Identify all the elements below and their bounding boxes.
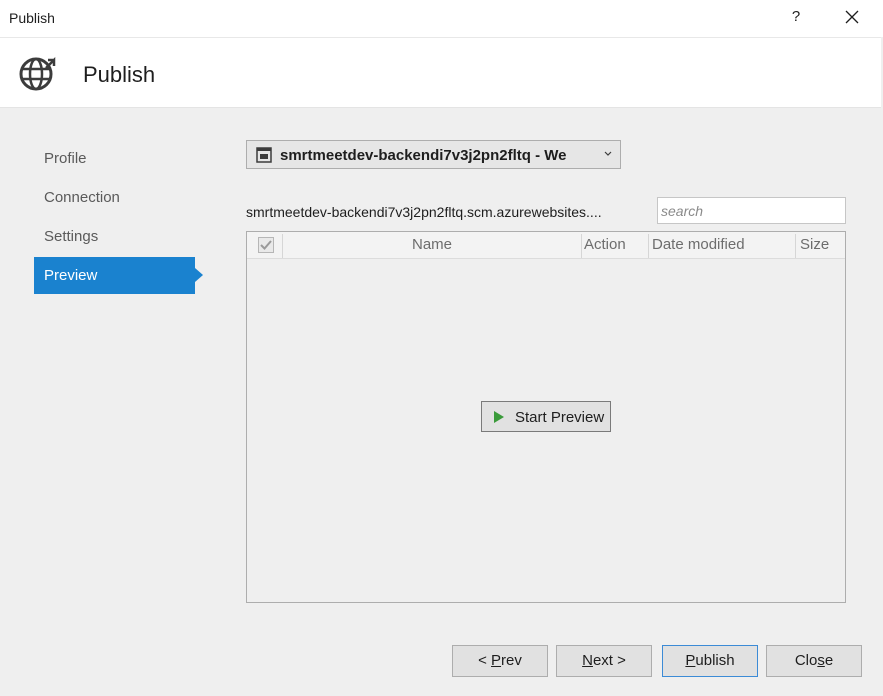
column-header-name[interactable]: Name: [412, 232, 452, 258]
prev-label-accesskey: P: [491, 652, 502, 669]
start-preview-label: Start Preview: [515, 409, 605, 426]
nav-item-settings[interactable]: Settings: [34, 218, 195, 255]
column-header-action[interactable]: Action: [584, 232, 626, 258]
close-label-rest: e: [824, 652, 834, 669]
page-title: Publish: [83, 62, 156, 87]
nav-item-preview[interactable]: Preview: [34, 257, 195, 294]
next-label-accesskey: N: [582, 652, 593, 669]
next-label-rest: ext >: [592, 652, 626, 669]
prev-button[interactable]: < Prev: [452, 645, 548, 677]
profile-dropdown-value: smrtmeetdev-backendi7v3j2pn2fltq - We: [280, 147, 567, 164]
web-app-icon: [256, 147, 272, 163]
globe-publish-icon: [19, 56, 56, 91]
window-title: Publish: [9, 10, 55, 26]
column-separator: [282, 234, 283, 258]
column-header-size[interactable]: Size: [800, 232, 829, 258]
prev-label-rest: rev: [501, 652, 522, 669]
profile-dropdown[interactable]: smrtmeetdev-backendi7v3j2pn2fltq - We: [246, 140, 621, 169]
column-separator: [648, 234, 649, 258]
close-label-accesskey: s: [817, 652, 825, 669]
publish-label-rest: ublish: [695, 652, 735, 669]
nav-item-connection[interactable]: Connection: [34, 179, 195, 216]
start-preview-button[interactable]: Start Preview: [481, 401, 611, 432]
nav-item-profile[interactable]: Profile: [34, 140, 195, 177]
prev-label-prefix: <: [478, 652, 492, 669]
publish-button[interactable]: Publish: [662, 645, 758, 677]
select-all-checkbox[interactable]: [258, 237, 274, 253]
active-nav-indicator: [195, 268, 203, 282]
grid-header: Name Action Date modified Size: [247, 232, 845, 259]
close-label-prefix: Clo: [794, 652, 818, 669]
next-button[interactable]: Next >: [556, 645, 652, 677]
site-url-label: smrtmeetdev-backendi7v3j2pn2fltq.scm.azu…: [246, 204, 602, 220]
close-window-button[interactable]: [840, 5, 864, 29]
close-button[interactable]: Close: [766, 645, 862, 677]
column-separator: [581, 234, 582, 258]
checkbox-checked-icon: [260, 240, 272, 250]
dialog-header: Publish: [0, 37, 881, 108]
help-button[interactable]: ?: [789, 8, 803, 25]
chevron-down-icon: [604, 151, 612, 156]
close-icon: [845, 10, 859, 24]
column-header-date-modified[interactable]: Date modified: [652, 232, 745, 258]
play-icon: [494, 411, 504, 423]
column-separator: [795, 234, 796, 258]
search-input[interactable]: [657, 197, 846, 224]
publish-label-accesskey: P: [685, 652, 696, 669]
title-bar: Publish ?: [0, 0, 883, 37]
